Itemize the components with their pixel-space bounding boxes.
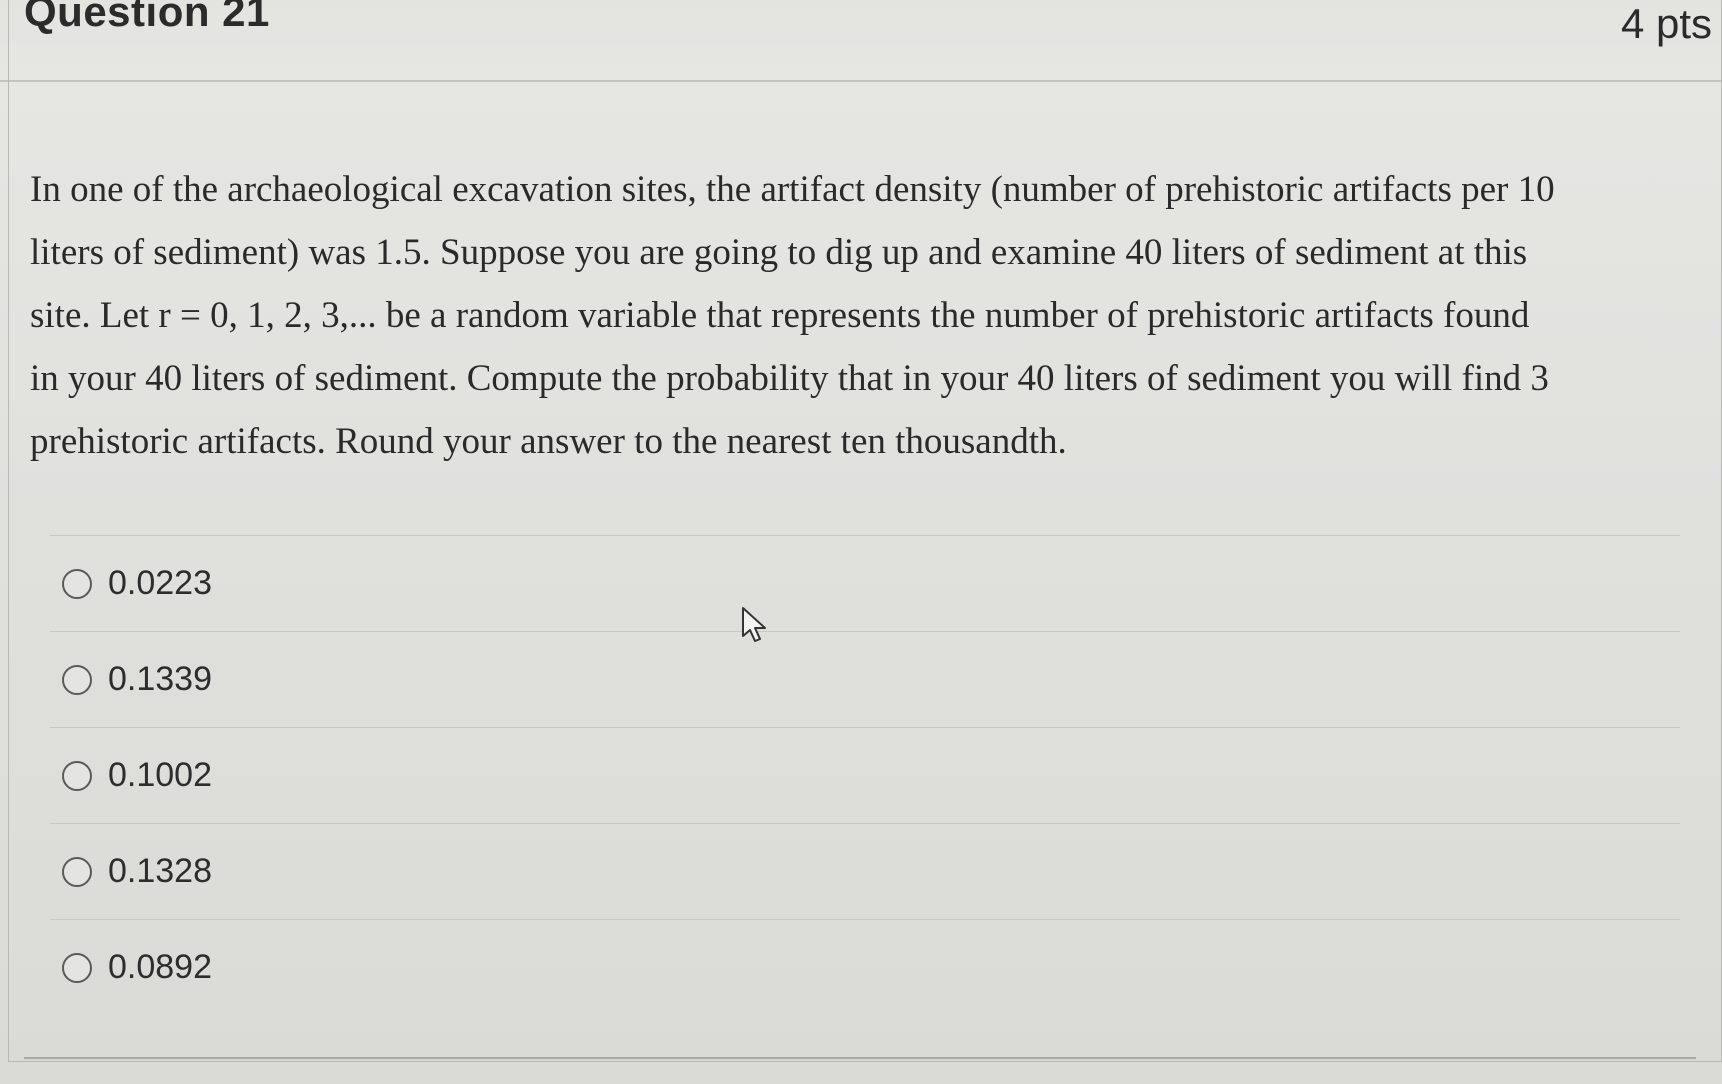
answer-label: 0.0223 bbox=[108, 564, 212, 602]
radio-button[interactable] bbox=[62, 760, 92, 791]
answer-option[interactable]: 0.0892 bbox=[50, 919, 1680, 1015]
radio-button[interactable] bbox=[62, 952, 92, 983]
answer-option[interactable]: 0.1339 bbox=[50, 631, 1680, 727]
answer-label: 0.1002 bbox=[108, 756, 212, 794]
question-line: in your 40 liters of sediment. Compute t… bbox=[30, 358, 1549, 399]
question-line: prehistoric artifacts. Round your answer… bbox=[30, 421, 1067, 462]
answer-label: 0.1339 bbox=[108, 660, 212, 698]
question-line: site. Let r = 0, 1, 2, 3,... be a random… bbox=[30, 295, 1530, 336]
card-bottom-border bbox=[24, 1057, 1696, 1059]
answer-list: 0.0223 0.1339 0.1002 0.1328 0.0892 bbox=[50, 535, 1680, 1015]
question-text: In one of the archaeological excavation … bbox=[30, 158, 1690, 473]
question-line: liters of sediment) was 1.5. Suppose you… bbox=[30, 232, 1528, 273]
mouse-pointer-icon bbox=[742, 607, 766, 642]
answer-option[interactable]: 0.1002 bbox=[50, 727, 1680, 823]
radio-button[interactable] bbox=[62, 664, 92, 695]
answer-label: 0.0892 bbox=[108, 948, 212, 986]
answer-option[interactable]: 0.1328 bbox=[50, 823, 1680, 919]
question-line: In one of the archaeological excavation … bbox=[30, 169, 1555, 210]
page: Question 21 4 pts In one of the archaeol… bbox=[0, 0, 1722, 1084]
answer-option[interactable]: 0.0223 bbox=[50, 535, 1680, 631]
radio-button[interactable] bbox=[62, 856, 92, 887]
radio-button[interactable] bbox=[62, 568, 92, 599]
answer-label: 0.1328 bbox=[108, 852, 212, 890]
